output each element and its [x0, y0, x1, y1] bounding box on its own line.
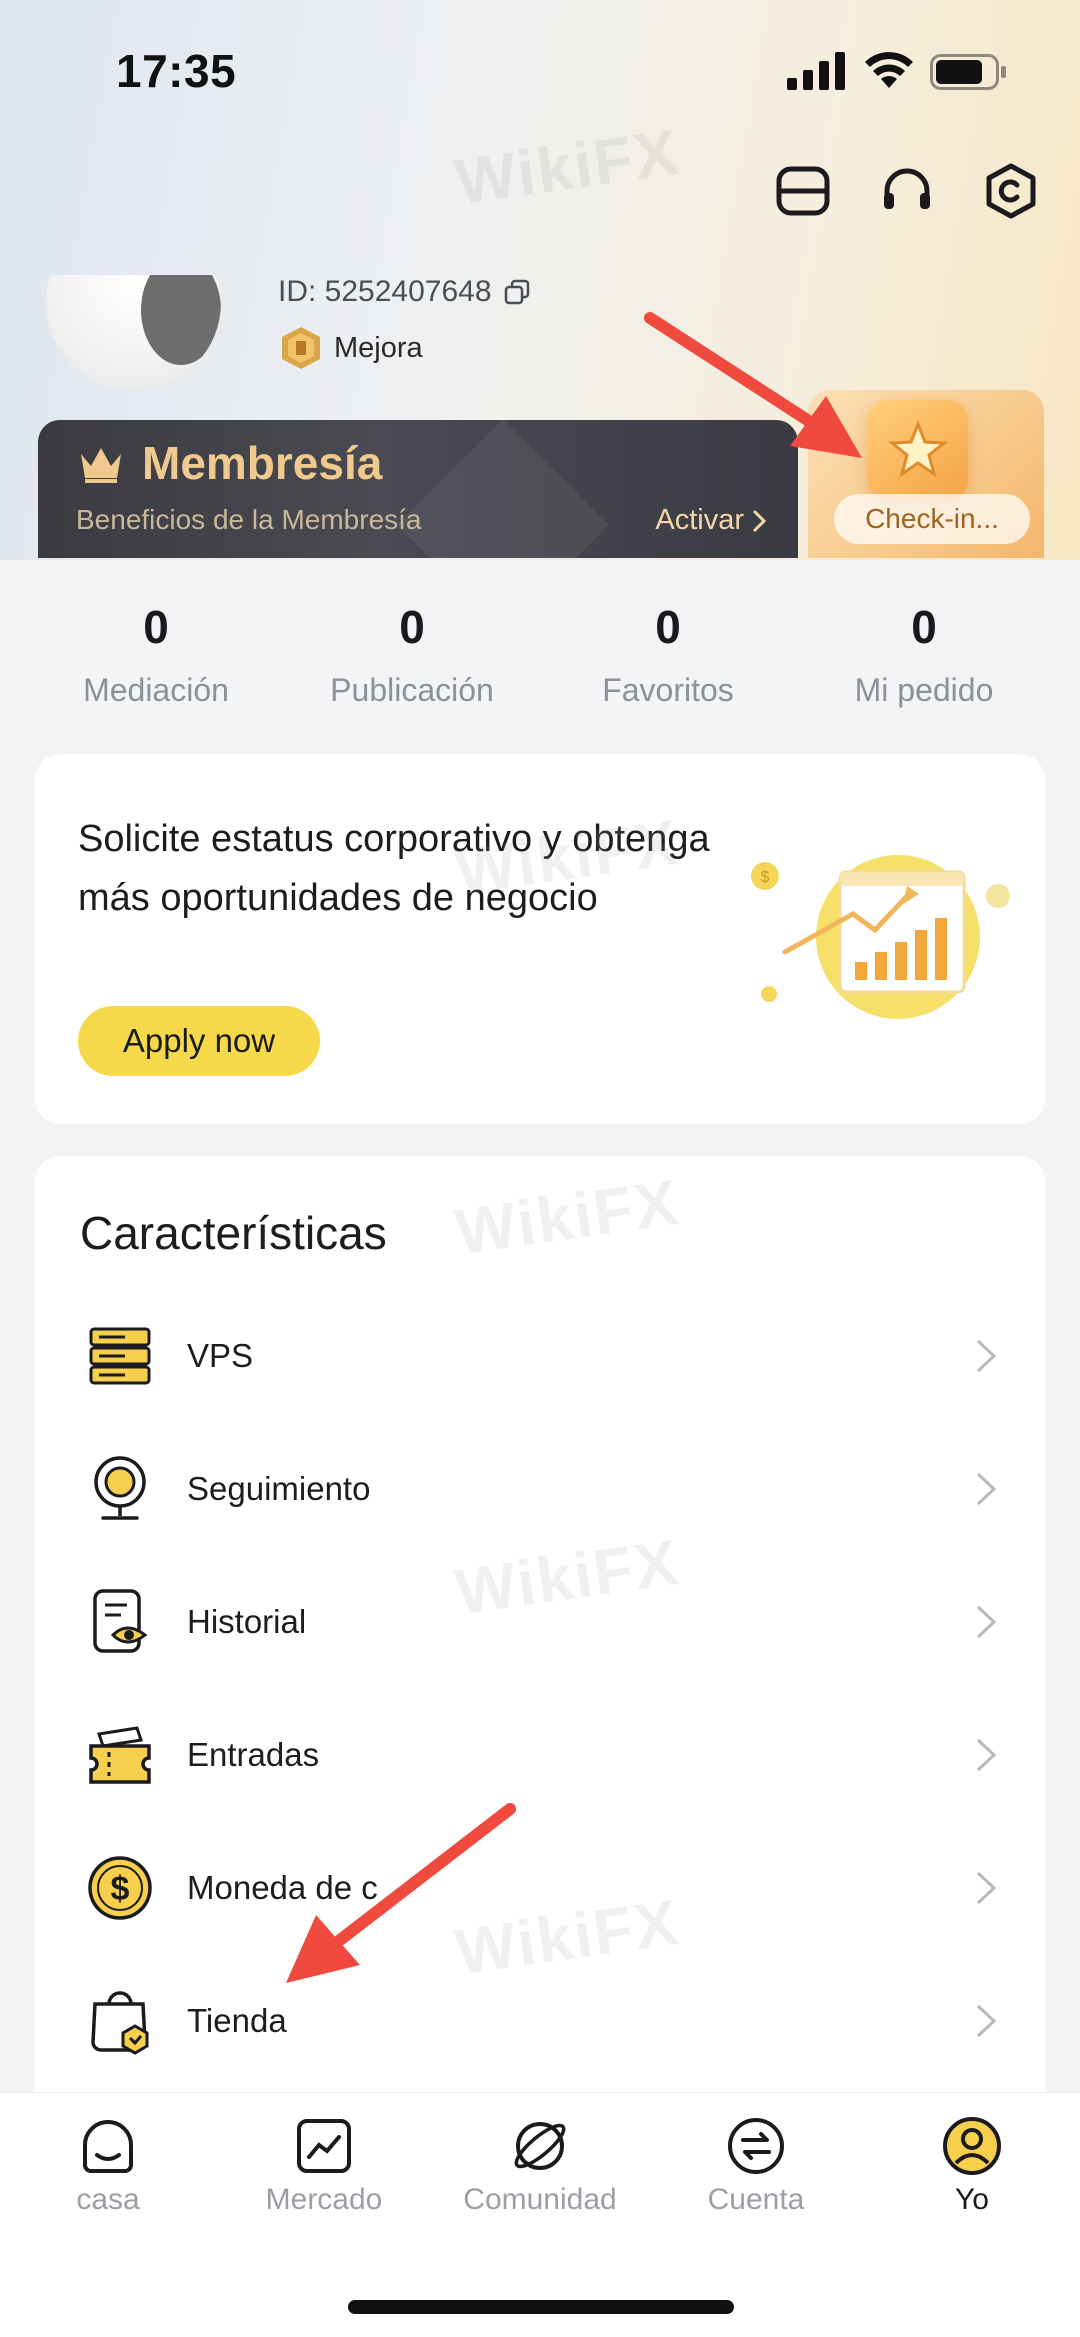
stat-label: Mi pedido [854, 672, 994, 708]
battery-icon [930, 54, 1006, 90]
tab-home[interactable]: casa [18, 2115, 198, 2217]
server-icon [89, 1327, 151, 1384]
stat-my-order[interactable]: 0 Mi pedido [796, 600, 1052, 709]
chevron-right-icon [976, 1871, 997, 1904]
svg-text:$: $ [761, 869, 770, 886]
tab-account[interactable]: Cuenta [666, 2115, 846, 2217]
feature-item-vps[interactable]: VPS [35, 1289, 1045, 1422]
membership-title: Membresía [142, 437, 383, 489]
stat-value: 0 [911, 601, 937, 653]
copy-icon[interactable] [504, 279, 530, 305]
scan-button[interactable] [774, 162, 832, 220]
tab-label: Yo [955, 2183, 989, 2216]
features-card: Características VPS Seguimiento Historia… [35, 1156, 1045, 2156]
chevron-right-icon [976, 1738, 997, 1771]
activate-label: Activar [655, 504, 744, 536]
apply-now-button[interactable]: Apply now [78, 1006, 320, 1076]
stat-label: Mediación [83, 672, 229, 708]
account-exchange-icon [728, 2118, 784, 2174]
user-id: ID: 5252407648 [278, 275, 530, 309]
wifi-icon [865, 52, 913, 88]
stat-mediation[interactable]: 0 Mediación [28, 600, 284, 709]
features-title: Características [80, 1207, 387, 1259]
scan-icon [776, 166, 830, 216]
hexagon-settings-icon [986, 163, 1036, 219]
tab-label: Comunidad [463, 2183, 617, 2216]
feature-item-tickets[interactable]: Entradas [35, 1688, 1045, 1821]
dollar-coin-icon: $ [88, 1855, 152, 1920]
home-indicator [348, 2300, 734, 2314]
svg-text:$: $ [111, 1870, 130, 1908]
crown-icon [81, 448, 121, 483]
status-bar: 17:35 [0, 0, 1080, 140]
document-eye-icon [93, 1588, 148, 1653]
tab-me[interactable]: Yo [882, 2115, 1062, 2217]
stat-publication[interactable]: 0 Publicación [284, 600, 540, 709]
market-chart-icon [297, 2119, 351, 2173]
chevron-right-icon [976, 2004, 997, 2037]
feature-item-coin[interactable]: $ Moneda de c [35, 1821, 1045, 1954]
stat-value: 0 [143, 601, 169, 653]
chevron-right-icon [976, 1605, 997, 1638]
support-button[interactable] [878, 162, 936, 220]
signal-icon [787, 52, 845, 90]
chevron-right-icon [752, 509, 766, 532]
feature-label: Historial [187, 1602, 307, 1640]
checkin-button[interactable]: Check-in... [834, 494, 1030, 544]
feature-item-history[interactable]: Historial [35, 1555, 1045, 1688]
stat-value: 0 [399, 601, 425, 653]
level-badge-icon [282, 327, 320, 369]
community-planet-icon [514, 2122, 566, 2170]
tab-market[interactable]: Mercado [234, 2115, 414, 2217]
feature-item-tracking[interactable]: Seguimiento [35, 1422, 1045, 1555]
stat-label: Favoritos [602, 672, 734, 708]
feature-label: Entradas [187, 1735, 320, 1773]
corporate-status-card: Solicite estatus corporativo y obtenga m… [35, 754, 1045, 1124]
ticket-icon [89, 1725, 151, 1784]
headset-icon [884, 168, 930, 209]
chevron-right-icon [976, 1472, 997, 1505]
checkin-card[interactable]: Check-in... [808, 390, 1044, 558]
header-actions [774, 162, 1040, 220]
feature-label: Moneda de c [187, 1868, 378, 1906]
feature-label: VPS [187, 1336, 254, 1374]
chevron-right-icon [976, 1339, 997, 1372]
stats-row: 0 Mediación 0 Publicación 0 Favoritos 0 … [28, 600, 1052, 709]
home-icon [83, 2120, 133, 2173]
profile-icon [943, 2117, 1001, 2175]
shopping-bag-icon [91, 1990, 149, 2055]
user-id-text: ID: 5252407648 [278, 275, 492, 308]
growth-chart-illustration: $ [751, 855, 1010, 1019]
level-label: Mejora [334, 331, 423, 364]
stat-label: Publicación [330, 672, 494, 708]
level-badge-pill[interactable]: Mejora [278, 325, 423, 371]
tab-community[interactable]: Comunidad [450, 2115, 630, 2217]
tab-label: Cuenta [707, 2183, 805, 2216]
membership-subtitle: Beneficios de la Membresía [76, 504, 422, 535]
settings-button[interactable] [982, 162, 1040, 220]
stat-value: 0 [655, 601, 681, 653]
corporate-text: Solicite estatus corporativo y obtenga m… [78, 818, 710, 919]
avatar[interactable] [46, 275, 221, 390]
feature-label: Seguimiento [187, 1469, 371, 1507]
stat-favorites[interactable]: 0 Favoritos [540, 600, 796, 709]
feature-label: Tienda [187, 2001, 287, 2039]
membership-activate-link[interactable]: Activar [655, 504, 766, 537]
tab-label: Mercado [265, 2183, 383, 2216]
membership-banner[interactable]: Membresía Beneficios de la Membresía Act… [38, 420, 798, 558]
status-time: 17:35 [116, 45, 237, 97]
tab-label: casa [76, 2183, 140, 2216]
star-icon [868, 400, 968, 500]
feature-item-store[interactable]: Tienda [35, 1954, 1045, 2087]
webcam-icon [94, 1455, 146, 1520]
